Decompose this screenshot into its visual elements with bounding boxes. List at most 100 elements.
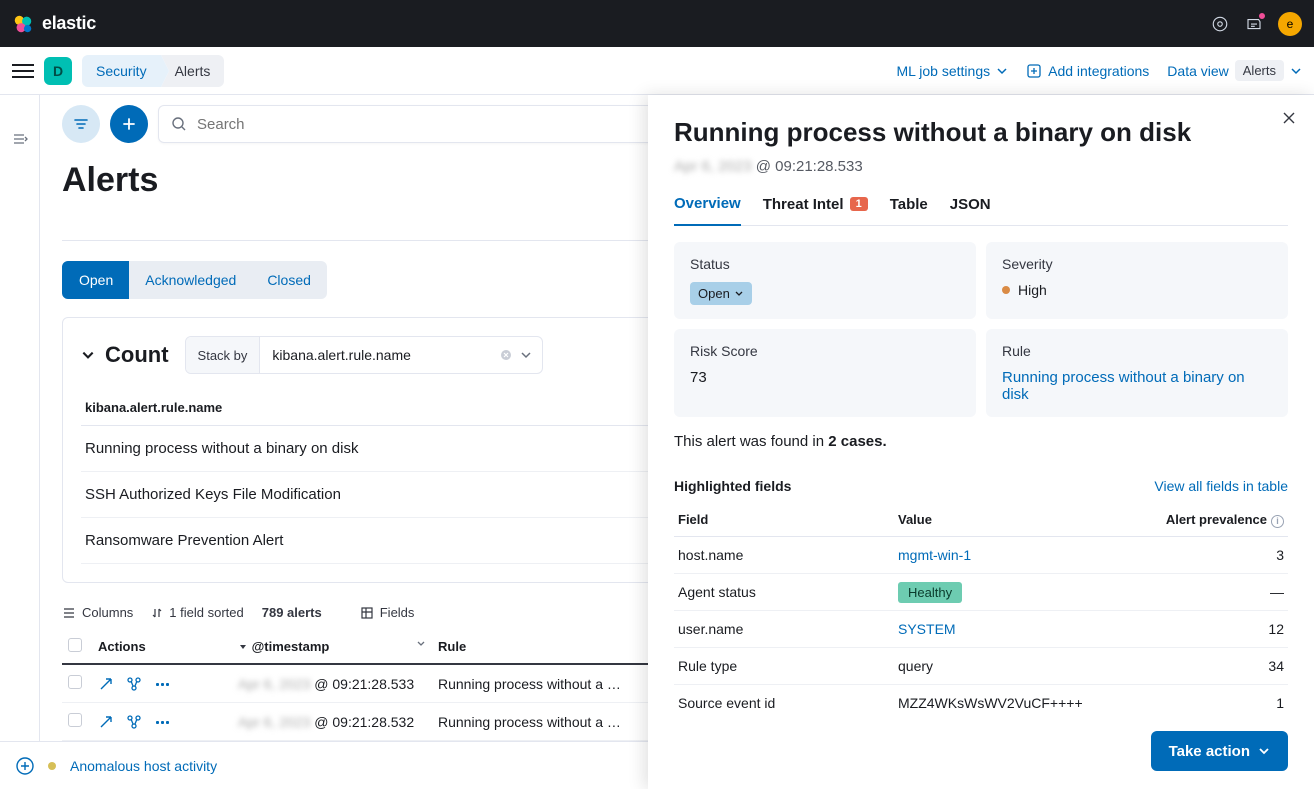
- hf-value-link[interactable]: mgmt-win-1: [898, 547, 971, 563]
- add-integrations-link[interactable]: Add integrations: [1026, 63, 1149, 79]
- highlighted-fields-title: Highlighted fields: [674, 478, 791, 494]
- breadcrumb-app[interactable]: Security: [82, 55, 161, 87]
- risk-score-card: Risk Score 73: [674, 329, 976, 417]
- tab-threat-intel[interactable]: Threat Intel 1: [763, 195, 868, 225]
- checkbox-icon[interactable]: [68, 638, 82, 652]
- user-avatar[interactable]: e: [1278, 12, 1302, 36]
- expand-icon[interactable]: [98, 676, 114, 692]
- hf-field-name: host.name: [674, 536, 894, 573]
- row-timestamp: Apr 6, 2023 @ 09:21:28.533: [232, 664, 432, 703]
- more-icon[interactable]: [154, 676, 170, 692]
- tab-overview[interactable]: Overview: [674, 195, 741, 226]
- summary-cards: Status Open Severity High Risk Score 73 …: [674, 242, 1288, 417]
- col-select[interactable]: [62, 630, 92, 664]
- hf-prevalence: 12: [1132, 610, 1288, 647]
- cases-count: 2 cases.: [828, 433, 886, 450]
- rule-label: Rule: [1002, 343, 1272, 359]
- fields-icon: [360, 606, 374, 620]
- close-icon: [1282, 111, 1296, 125]
- columns-button[interactable]: Columns: [62, 605, 133, 620]
- timeline-name-link[interactable]: Anomalous host activity: [70, 758, 217, 774]
- status-acknowledged-button[interactable]: Acknowledged: [129, 261, 252, 299]
- rule-card: Rule Running process without a binary on…: [986, 329, 1288, 417]
- app-nav-left: D Security Alerts: [12, 55, 224, 87]
- data-view-pill: Alerts: [1235, 60, 1284, 81]
- tab-json[interactable]: JSON: [950, 195, 991, 225]
- alert-detail-flyout: Running process without a binary on disk…: [648, 95, 1314, 789]
- status-badge[interactable]: Open: [690, 282, 752, 305]
- add-filter-button[interactable]: [110, 105, 148, 143]
- chevron-down-icon: [734, 289, 744, 299]
- hf-row: Source event idMZZ4WKsWsWV2VuCF++++1: [674, 684, 1288, 717]
- analyzer-icon[interactable]: [126, 714, 142, 730]
- help-icon[interactable]: [1210, 14, 1230, 34]
- row-timestamp: Apr 6, 2023 @ 09:21:28.532: [232, 703, 432, 741]
- severity-dot-icon: [1002, 286, 1010, 294]
- analyzer-icon[interactable]: [126, 676, 142, 692]
- more-icon[interactable]: [154, 714, 170, 730]
- clear-icon[interactable]: [500, 349, 512, 361]
- alert-count-label: 789 alerts: [262, 605, 322, 620]
- row-checkbox[interactable]: [68, 713, 82, 727]
- stack-by-control[interactable]: Stack by kibana.alert.rule.name: [185, 336, 544, 374]
- search-icon: [171, 116, 187, 132]
- threat-count-badge: 1: [850, 197, 868, 211]
- rule-link[interactable]: Running process without a binary on disk: [1002, 369, 1272, 403]
- sort-button[interactable]: 1 field sorted: [151, 605, 243, 620]
- space-selector[interactable]: D: [44, 57, 72, 85]
- count-panel-title[interactable]: Count: [81, 342, 169, 368]
- global-header: elastic e: [0, 0, 1314, 47]
- hf-row: host.namemgmt-win-13: [674, 536, 1288, 573]
- row-checkbox[interactable]: [68, 675, 82, 689]
- chevron-down-icon: [81, 348, 95, 362]
- sort-label: 1 field sorted: [169, 605, 243, 620]
- status-open-button[interactable]: Open: [62, 261, 130, 299]
- take-action-button[interactable]: Take action: [1151, 731, 1288, 771]
- hf-prevalence: —: [1132, 573, 1288, 610]
- view-all-fields-link[interactable]: View all fields in table: [1154, 478, 1288, 494]
- info-icon[interactable]: i: [1271, 515, 1284, 528]
- stack-by-label: Stack by: [186, 337, 261, 373]
- columns-icon: [62, 606, 76, 620]
- severity-label: Severity: [1002, 256, 1272, 272]
- header-right: e: [1210, 12, 1302, 36]
- status-closed-button[interactable]: Closed: [251, 261, 327, 299]
- news-icon[interactable]: [1244, 14, 1264, 34]
- chevron-down-icon[interactable]: [520, 349, 532, 361]
- sort-icon: [151, 607, 163, 619]
- hf-field-name: Rule type: [674, 647, 894, 684]
- flyout-time-value: @ 09:21:28.533: [756, 158, 863, 175]
- col-actions: Actions: [92, 630, 232, 664]
- col-rule-label: Rule: [438, 639, 466, 654]
- menu-toggle-icon[interactable]: [12, 64, 34, 78]
- header-left: elastic: [12, 13, 96, 35]
- col-timestamp[interactable]: @timestamp: [232, 630, 432, 664]
- hf-prevalence: 34: [1132, 647, 1288, 684]
- hf-row: user.nameSYSTEM12: [674, 610, 1288, 647]
- filter-toggle-button[interactable]: [62, 105, 100, 143]
- notification-dot-icon: [1258, 12, 1266, 20]
- chevron-down-icon[interactable]: [416, 639, 426, 649]
- hf-value-link[interactable]: SYSTEM: [898, 621, 956, 637]
- plus-circle-icon: [16, 757, 34, 775]
- add-timeline-button[interactable]: [16, 757, 34, 775]
- brand-name: elastic: [42, 13, 96, 34]
- tab-table[interactable]: Table: [890, 195, 928, 225]
- hf-col-prevalence: Alert prevalence i: [1132, 504, 1288, 536]
- breadcrumb-page: Alerts: [161, 55, 225, 87]
- status-dot-icon: [48, 762, 56, 770]
- close-flyout-button[interactable]: [1282, 111, 1296, 125]
- hf-col-prev-label: Alert prevalence: [1166, 512, 1267, 527]
- ml-job-settings-link[interactable]: ML job settings: [896, 63, 1008, 79]
- severity-value: High: [1018, 282, 1047, 298]
- chevron-down-icon: [1258, 745, 1270, 757]
- status-value: Open: [698, 286, 730, 301]
- flyout-title: Running process without a binary on disk: [674, 117, 1288, 148]
- fields-button[interactable]: Fields: [360, 605, 415, 620]
- columns-label: Columns: [82, 605, 133, 620]
- flyout-tabs: Overview Threat Intel 1 Table JSON: [674, 195, 1288, 226]
- data-view-selector[interactable]: Data view Alerts: [1167, 60, 1302, 81]
- alert-count: 789 alerts: [262, 605, 322, 620]
- expand-icon[interactable]: [98, 714, 114, 730]
- expand-sidebar-icon[interactable]: [12, 131, 28, 789]
